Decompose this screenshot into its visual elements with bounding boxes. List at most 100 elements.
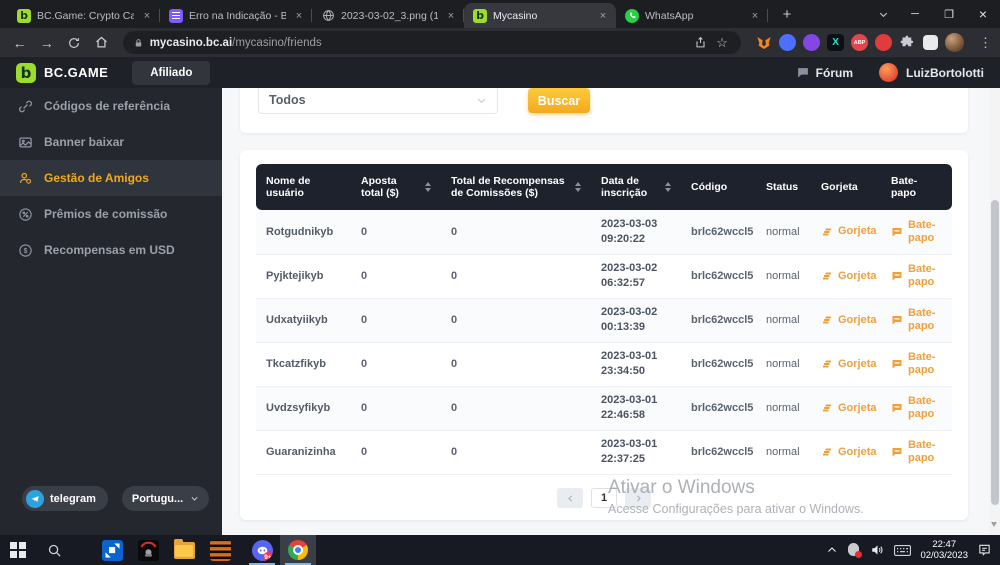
cell-signup-date: 2023-03-0200:13:39 (591, 298, 681, 342)
tab-whatsapp[interactable]: WhatsApp × (616, 3, 768, 28)
taskbar-clock[interactable]: 22:47 02/03/2023 (920, 539, 968, 561)
username-label[interactable]: LuizBortolotti (906, 66, 984, 80)
adblock-plus-icon[interactable]: ABP (851, 34, 868, 51)
site-logo-text[interactable]: BC.GAME (44, 65, 108, 80)
volume-icon[interactable] (870, 543, 885, 557)
sidepanel-extension-icon[interactable] (923, 35, 938, 50)
forum-link[interactable]: Fórum (796, 66, 853, 80)
user-avatar[interactable] (879, 63, 898, 82)
tab-close-icon[interactable]: × (140, 9, 154, 23)
scrollbar-thumb[interactable] (991, 200, 999, 505)
browser-profile-avatar[interactable] (945, 33, 964, 52)
cell-bet-total: 0 (351, 430, 441, 474)
taskbar-chrome[interactable] (280, 535, 316, 565)
cell-bet-total: 0 (351, 254, 441, 298)
table-row: Guaranizinha 0 0 2023-03-0122:37:25 brlc… (256, 430, 952, 474)
taskbar-amd-app[interactable] (94, 535, 130, 565)
tab-close-icon[interactable]: × (292, 9, 306, 23)
tab-close-icon[interactable]: × (444, 9, 458, 23)
minimize-button[interactable]: ─ (898, 0, 932, 28)
bcgame-logo-icon[interactable]: b (16, 63, 36, 83)
chat-link[interactable]: Bate-papo (891, 439, 942, 465)
browser-tab-strip: b BC.Game: Crypto Casino Gan × Erro na I… (0, 0, 1000, 28)
close-button[interactable]: × (966, 0, 1000, 28)
chat-link[interactable]: Bate-papo (891, 307, 942, 333)
taskbar-game-app[interactable] (130, 535, 166, 565)
tab-mycasino-active[interactable]: b Mycasino × (464, 3, 616, 28)
friend-filter-select[interactable]: Todos (258, 88, 498, 114)
mouse-utility-icon[interactable] (847, 543, 861, 557)
prev-page-button[interactable] (557, 488, 583, 508)
sort-commission-icon[interactable] (575, 182, 581, 192)
whatsapp-icon (625, 9, 639, 23)
chat-link[interactable]: Bate-papo (891, 219, 942, 245)
col-code: Código (691, 181, 727, 193)
forward-icon[interactable]: → (35, 31, 58, 55)
x-extension-icon[interactable]: X (827, 34, 844, 51)
cell-code: brlc62wccl5 (681, 430, 756, 474)
notification-center-icon[interactable] (977, 543, 992, 557)
language-selector[interactable]: Portugu... (122, 486, 209, 511)
search-button[interactable]: Buscar (528, 88, 590, 113)
home-icon[interactable] (90, 31, 113, 55)
tab-png-image[interactable]: 2023-03-02_3.png (1024×76 × (312, 3, 464, 28)
tip-link[interactable]: Gorjeta (821, 270, 871, 283)
wallet-blue-icon[interactable] (779, 34, 796, 51)
telegram-label: telegram (50, 493, 96, 505)
start-button[interactable] (0, 535, 36, 565)
sidebar-item-usd-rewards[interactable]: $ Recompensas em USD (0, 232, 222, 268)
new-tab-button[interactable]: + (774, 2, 800, 28)
chat-bubble-icon (891, 270, 903, 282)
maximize-button[interactable]: ❐ (932, 0, 966, 28)
adguard-icon[interactable] (875, 34, 892, 51)
tab-search-chevron-icon[interactable] (868, 0, 898, 28)
tray-chevron-up-icon[interactable] (826, 544, 838, 556)
page-scrollbar[interactable] (989, 88, 1000, 535)
tip-link[interactable]: Gorjeta (821, 446, 871, 459)
taskbar-search-button[interactable] (36, 535, 72, 565)
keyboard-icon[interactable] (894, 544, 911, 557)
folder-icon (174, 542, 195, 559)
tab-bcgame-casino[interactable]: b BC.Game: Crypto Casino Gan × (8, 3, 160, 28)
share-icon[interactable] (689, 32, 711, 54)
tip-link[interactable]: Gorjeta (821, 402, 871, 415)
tab-close-icon[interactable]: × (596, 9, 610, 23)
metamask-icon[interactable] (755, 34, 772, 51)
cell-signup-date: 2023-03-0309:20:22 (591, 210, 681, 254)
taskbar-orange-app[interactable] (202, 535, 238, 565)
bookmark-star-icon[interactable]: ☆ (711, 32, 733, 54)
chat-link[interactable]: Bate-papo (891, 395, 942, 421)
language-label: Portugu... (132, 493, 183, 505)
taskbar-discord[interactable]: 9+ (244, 535, 280, 565)
chat-link[interactable]: Bate-papo (891, 351, 942, 377)
tab-close-icon[interactable]: × (748, 9, 762, 23)
sidebar-item-banner-download[interactable]: Banner baixar (0, 124, 222, 160)
sidebar-item-friends-management[interactable]: Gestão de Amigos (0, 160, 222, 196)
tip-link[interactable]: Gorjeta (821, 314, 871, 327)
sidebar-item-commission-rewards[interactable]: Prêmios de comissão (0, 196, 222, 232)
browser-menu-icon[interactable]: ⋮ (979, 35, 992, 51)
reload-icon[interactable] (62, 31, 85, 55)
puzzle-extensions-icon[interactable] (899, 34, 916, 51)
sort-bet-total-icon[interactable] (425, 182, 431, 192)
tip-link[interactable]: Gorjeta (821, 225, 871, 238)
address-bar[interactable]: mycasino.bc.ai/mycasino/friends ☆ (123, 31, 741, 54)
chat-bubble-icon (891, 226, 903, 238)
cell-commission-rewards: 0 (441, 254, 591, 298)
tip-link[interactable]: Gorjeta (821, 358, 871, 371)
sort-date-icon[interactable] (665, 182, 671, 192)
chat-link[interactable]: Bate-papo (891, 263, 942, 289)
col-username: Nome de usuário (266, 175, 310, 199)
back-icon[interactable]: ← (8, 31, 31, 55)
sidebar-item-referral-codes[interactable]: Códigos de referência (0, 88, 222, 124)
sidebar-item-label: Prêmios de comissão (44, 207, 167, 221)
telegram-button[interactable]: telegram (22, 486, 108, 511)
tab-erro-indicacao[interactable]: Erro na Indicação - BC.Game × (160, 3, 312, 28)
chat-icon (796, 66, 810, 79)
wallet-purple-icon[interactable] (803, 34, 820, 51)
cell-commission-rewards: 0 (441, 210, 591, 254)
scrollbar-down-arrow-icon[interactable] (991, 522, 997, 527)
taskbar-file-explorer[interactable] (166, 535, 202, 565)
url-host: mycasino.bc.ai (150, 37, 232, 49)
afiliado-button[interactable]: Afiliado (132, 61, 210, 85)
